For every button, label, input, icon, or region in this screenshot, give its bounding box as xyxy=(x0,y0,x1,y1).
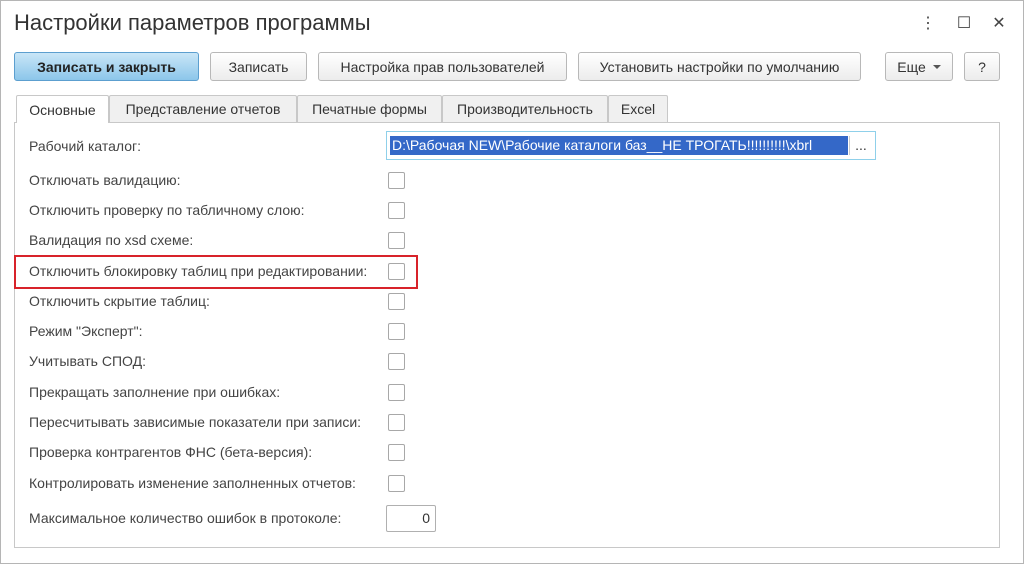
checkbox-label: Режим "Эксперт": xyxy=(29,323,143,339)
max-errors-label: Максимальное количество ошибок в протоко… xyxy=(29,510,342,526)
more-menu-button[interactable]: Еще xyxy=(885,52,953,81)
set-defaults-button[interactable]: Установить настройки по умолчанию xyxy=(578,52,861,81)
disable-table-hiding-checkbox[interactable] xyxy=(388,293,405,310)
tab-performance[interactable]: Производительность xyxy=(442,95,608,122)
catalog-label: Рабочий каталог: xyxy=(29,138,142,154)
expert-mode-checkbox[interactable] xyxy=(388,323,405,340)
checkbox-label: Валидация по xsd схеме: xyxy=(29,232,194,248)
catalog-path-input[interactable]: D:\Рабочая NEW\Рабочие каталоги баз__НЕ … xyxy=(386,131,876,160)
checkbox-label: Отключить скрытие таблиц: xyxy=(29,293,210,309)
xsd-validation-checkbox[interactable] xyxy=(388,232,405,249)
browse-button[interactable]: ... xyxy=(849,136,872,155)
checkbox-label: Отключить проверку по табличному слою: xyxy=(29,202,305,218)
checkbox-label: Проверка контрагентов ФНС (бета-версия): xyxy=(29,444,313,460)
tab-report-view[interactable]: Представление отчетов xyxy=(109,95,297,122)
checkbox-label: Прекращать заполнение при ошибках: xyxy=(29,384,281,400)
checkbox-label: Учитывать СПОД: xyxy=(29,353,146,369)
fns-counterparty-check-checkbox[interactable] xyxy=(388,444,405,461)
max-errors-input[interactable]: 0 xyxy=(386,505,436,532)
recalc-dependents-checkbox[interactable] xyxy=(388,414,405,431)
help-button[interactable]: ? xyxy=(964,52,1000,81)
window-title: Настройки параметров программы xyxy=(14,10,371,35)
more-menu-label: Еще xyxy=(897,58,926,75)
checkbox-label: Контролировать изменение заполненных отч… xyxy=(29,475,356,491)
chevron-down-icon xyxy=(932,64,941,69)
highlight-frame xyxy=(14,255,418,289)
save-and-close-button[interactable]: Записать и закрыть xyxy=(14,52,199,81)
spod-checkbox[interactable] xyxy=(388,353,405,370)
close-icon[interactable]: ✕ xyxy=(988,12,1010,34)
stop-fill-on-errors-checkbox[interactable] xyxy=(388,384,405,401)
catalog-path-value[interactable]: D:\Рабочая NEW\Рабочие каталоги баз__НЕ … xyxy=(390,136,848,155)
maximize-icon[interactable]: ☐ xyxy=(953,12,975,34)
checkbox-label: Отключать валидацию: xyxy=(29,172,181,188)
disable-validation-checkbox[interactable] xyxy=(388,172,405,189)
tab-excel[interactable]: Excel xyxy=(608,95,668,122)
user-rights-button[interactable]: Настройка прав пользователей xyxy=(318,52,567,81)
checkbox-label: Пересчитывать зависимые показатели при з… xyxy=(29,414,362,430)
tab-print-forms[interactable]: Печатные формы xyxy=(297,95,442,122)
more-options-icon[interactable]: ⋮ xyxy=(917,12,939,34)
save-button[interactable]: Записать xyxy=(210,52,307,81)
tab-main[interactable]: Основные xyxy=(16,95,109,123)
track-filled-reports-checkbox[interactable] xyxy=(388,475,405,492)
disable-table-layer-check-checkbox[interactable] xyxy=(388,202,405,219)
